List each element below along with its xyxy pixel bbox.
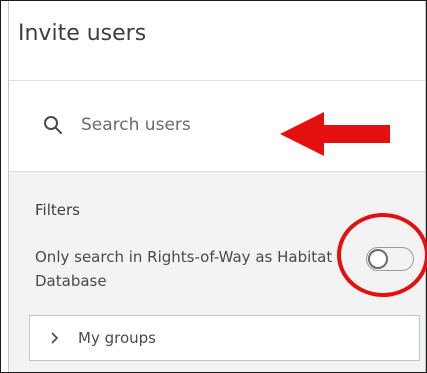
red-arrow-annotation xyxy=(280,112,390,156)
search-input[interactable] xyxy=(81,111,281,139)
filters-heading: Filters xyxy=(35,201,80,219)
screenshot-frame: Invite users Filters Only search in Righ… xyxy=(0,0,427,373)
red-circle-annotation xyxy=(337,213,427,297)
my-groups-label: My groups xyxy=(78,329,156,347)
chevron-right-icon xyxy=(51,332,59,344)
panel-header: Invite users xyxy=(9,1,425,81)
page-title: Invite users xyxy=(18,21,147,46)
toggle-label: Only search in Rights-of-Way as Habitat … xyxy=(35,248,333,290)
invite-users-panel: Invite users Filters Only search in Righ… xyxy=(8,1,426,372)
my-groups-expander[interactable]: My groups xyxy=(29,315,420,361)
search-icon xyxy=(44,116,62,134)
